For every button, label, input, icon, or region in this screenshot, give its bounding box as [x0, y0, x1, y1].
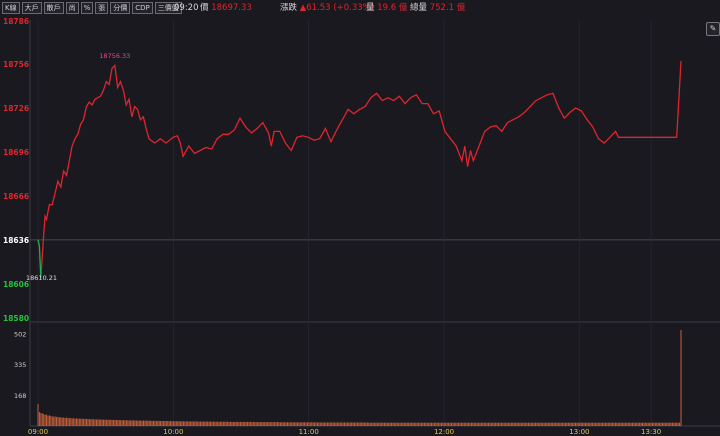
- time-tick-label: 13:00: [569, 428, 589, 436]
- low-price-label: 18610.21: [26, 274, 57, 282]
- price-tick-label: 18636: [3, 236, 29, 245]
- volume-tick-label: 335: [14, 361, 26, 369]
- price-tick-label: 18726: [3, 104, 29, 113]
- price-tick-label: 18580: [3, 314, 29, 323]
- time-tick-label: 13:30: [641, 428, 661, 436]
- time-tick-label: 12:00: [434, 428, 454, 436]
- price-series-opening-line: [37, 239, 42, 279]
- price-tick-label: 18666: [3, 192, 29, 201]
- price-tick-label: 18756: [3, 60, 29, 69]
- volume-tick-label: 502: [14, 330, 26, 338]
- price-tick-label: 18786: [3, 17, 29, 26]
- high-price-label: 18756.33: [99, 52, 130, 60]
- draw-tool-icon[interactable]: ✎: [706, 22, 720, 36]
- time-tick-label: 09:00: [28, 428, 48, 436]
- price-tick-label: 18696: [3, 148, 29, 157]
- price-series-line: [40, 60, 682, 279]
- intraday-chart: 1878618756187261869618666186361860618580…: [3, 17, 720, 436]
- time-tick-label: 10:00: [163, 428, 183, 436]
- volume-tick-label: 168: [14, 392, 26, 400]
- time-tick-label: 11:00: [299, 428, 319, 436]
